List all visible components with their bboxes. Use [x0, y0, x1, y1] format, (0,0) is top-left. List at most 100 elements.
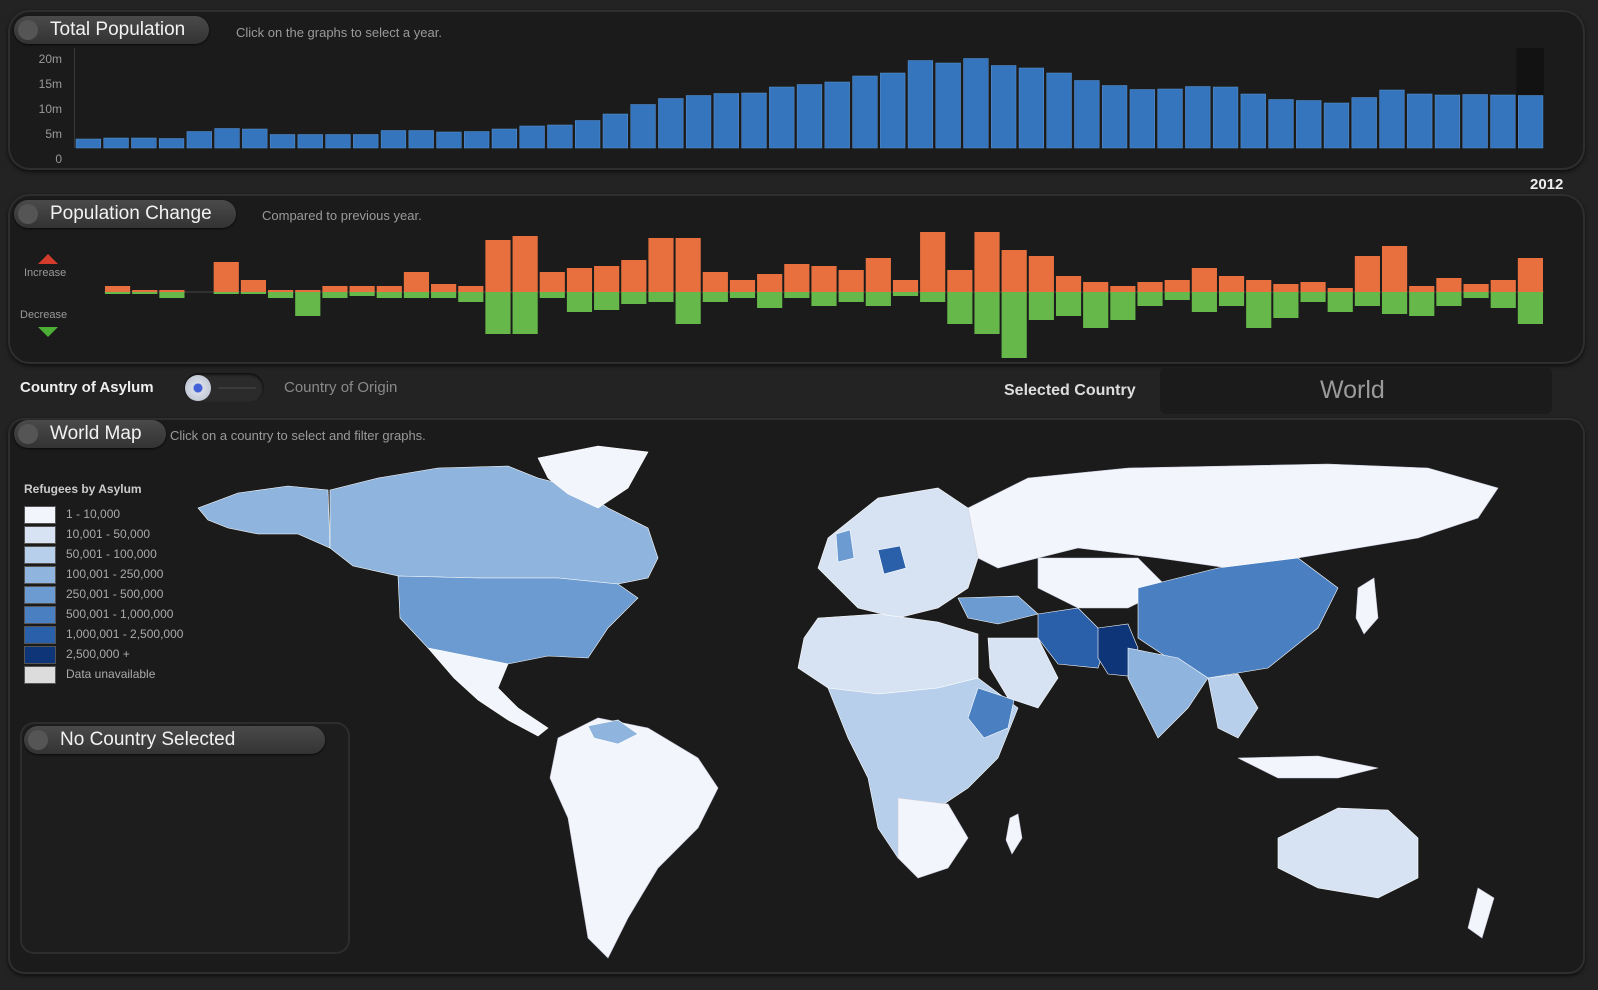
population-bar[interactable] — [658, 98, 684, 149]
decrease-bar[interactable] — [159, 292, 185, 298]
decrease-bar[interactable] — [892, 292, 919, 296]
population-bar[interactable] — [741, 92, 767, 149]
decrease-bar[interactable] — [1300, 292, 1326, 302]
population-bar[interactable] — [408, 130, 434, 149]
population-bar[interactable] — [491, 128, 518, 149]
decrease-bar[interactable] — [621, 292, 647, 304]
population-bar[interactable] — [1129, 89, 1155, 149]
decrease-bar[interactable] — [1246, 292, 1272, 328]
increase-bar[interactable] — [594, 266, 620, 292]
decrease-bar[interactable] — [213, 292, 239, 294]
population-bar[interactable] — [1157, 88, 1183, 149]
country-new-zealand[interactable] — [1467, 887, 1495, 939]
population-bar[interactable] — [1018, 67, 1045, 149]
decrease-bar[interactable] — [458, 292, 484, 302]
decrease-bar[interactable] — [1191, 292, 1217, 312]
asylum-origin-toggle[interactable] — [184, 373, 264, 403]
decrease-bar[interactable] — [1517, 292, 1543, 324]
decrease-bar[interactable] — [675, 292, 701, 324]
increase-bar[interactable] — [403, 272, 430, 292]
increase-bar[interactable] — [838, 270, 864, 292]
increase-bar[interactable] — [892, 280, 919, 292]
increase-bar[interactable] — [268, 290, 294, 292]
increase-bar[interactable] — [431, 284, 457, 292]
population-bar[interactable] — [380, 130, 407, 149]
increase-bar[interactable] — [702, 272, 728, 292]
decrease-bar[interactable] — [1110, 292, 1136, 320]
population-bar[interactable] — [325, 134, 351, 149]
decrease-bar[interactable] — [974, 292, 1000, 334]
increase-bar[interactable] — [566, 268, 593, 292]
decrease-bar[interactable] — [947, 292, 973, 324]
decrease-bar[interactable] — [1490, 292, 1516, 308]
decrease-bar[interactable] — [539, 292, 565, 298]
toggle-handle[interactable] — [185, 375, 211, 401]
increase-bar[interactable] — [729, 280, 756, 292]
population-bar[interactable] — [75, 138, 101, 149]
decrease-bar[interactable] — [132, 292, 158, 294]
decrease-bar[interactable] — [485, 292, 511, 334]
increase-bar[interactable] — [1164, 280, 1190, 292]
population-bar[interactable] — [1046, 72, 1072, 149]
decrease-bar[interactable] — [1354, 292, 1380, 306]
decrease-bar[interactable] — [1218, 292, 1245, 306]
decrease-bar[interactable] — [1083, 292, 1109, 328]
population-bar[interactable] — [1240, 93, 1266, 149]
population-bar[interactable] — [242, 128, 268, 149]
country-africa-south[interactable] — [897, 797, 969, 879]
increase-bar[interactable] — [485, 240, 511, 292]
decrease-bar[interactable] — [566, 292, 593, 312]
population-bar[interactable] — [880, 72, 906, 149]
population-bar[interactable] — [297, 134, 323, 149]
population-bar[interactable] — [353, 134, 379, 149]
increase-bar[interactable] — [105, 286, 131, 292]
increase-bar[interactable] — [512, 236, 538, 292]
increase-bar[interactable] — [1300, 282, 1326, 292]
decrease-bar[interactable] — [1381, 292, 1408, 314]
increase-bar[interactable] — [295, 290, 321, 292]
increase-bar[interactable] — [865, 258, 891, 292]
population-bar[interactable] — [824, 81, 850, 149]
country-turkey[interactable] — [957, 595, 1039, 625]
decrease-bar[interactable] — [1137, 292, 1163, 306]
increase-bar[interactable] — [648, 238, 674, 292]
decrease-bar[interactable] — [376, 292, 402, 298]
decrease-bar[interactable] — [295, 292, 321, 316]
increase-bar[interactable] — [811, 266, 837, 292]
country-alaska[interactable] — [197, 485, 331, 549]
decrease-bar[interactable] — [268, 292, 294, 298]
increase-bar[interactable] — [1436, 278, 1462, 292]
increase-bar[interactable] — [1218, 276, 1245, 292]
population-bar[interactable] — [1518, 95, 1544, 149]
increase-bar[interactable] — [920, 232, 946, 292]
decrease-bar[interactable] — [240, 292, 267, 294]
population-bar[interactable] — [547, 124, 573, 149]
decrease-bar[interactable] — [1327, 292, 1353, 312]
population-bar[interactable] — [186, 131, 212, 149]
population-bar[interactable] — [991, 65, 1017, 149]
population-bar[interactable] — [907, 60, 934, 149]
increase-bar[interactable] — [1137, 282, 1163, 292]
country-south-america[interactable] — [549, 717, 719, 959]
decrease-bar[interactable] — [105, 292, 131, 294]
country-japan[interactable] — [1355, 577, 1379, 635]
increase-bar[interactable] — [1246, 280, 1272, 292]
increase-bar[interactable] — [349, 286, 375, 292]
decrease-bar[interactable] — [1055, 292, 1082, 316]
population-bar[interactable] — [519, 125, 545, 149]
decrease-bar[interactable] — [838, 292, 864, 302]
decrease-bar[interactable] — [784, 292, 810, 298]
decrease-bar[interactable] — [1164, 292, 1190, 300]
increase-bar[interactable] — [1381, 246, 1408, 292]
increase-bar[interactable] — [1354, 256, 1380, 292]
population-bar[interactable] — [769, 86, 795, 149]
decrease-bar[interactable] — [865, 292, 891, 306]
population-bar[interactable] — [713, 93, 739, 149]
increase-bar[interactable] — [213, 262, 239, 292]
population-change-chart[interactable] — [104, 230, 1574, 360]
population-bar[interactable] — [464, 131, 490, 149]
population-bar[interactable] — [103, 137, 129, 149]
population-bar[interactable] — [963, 58, 989, 149]
country-africa-north[interactable] — [797, 613, 979, 695]
population-bar[interactable] — [436, 131, 462, 149]
